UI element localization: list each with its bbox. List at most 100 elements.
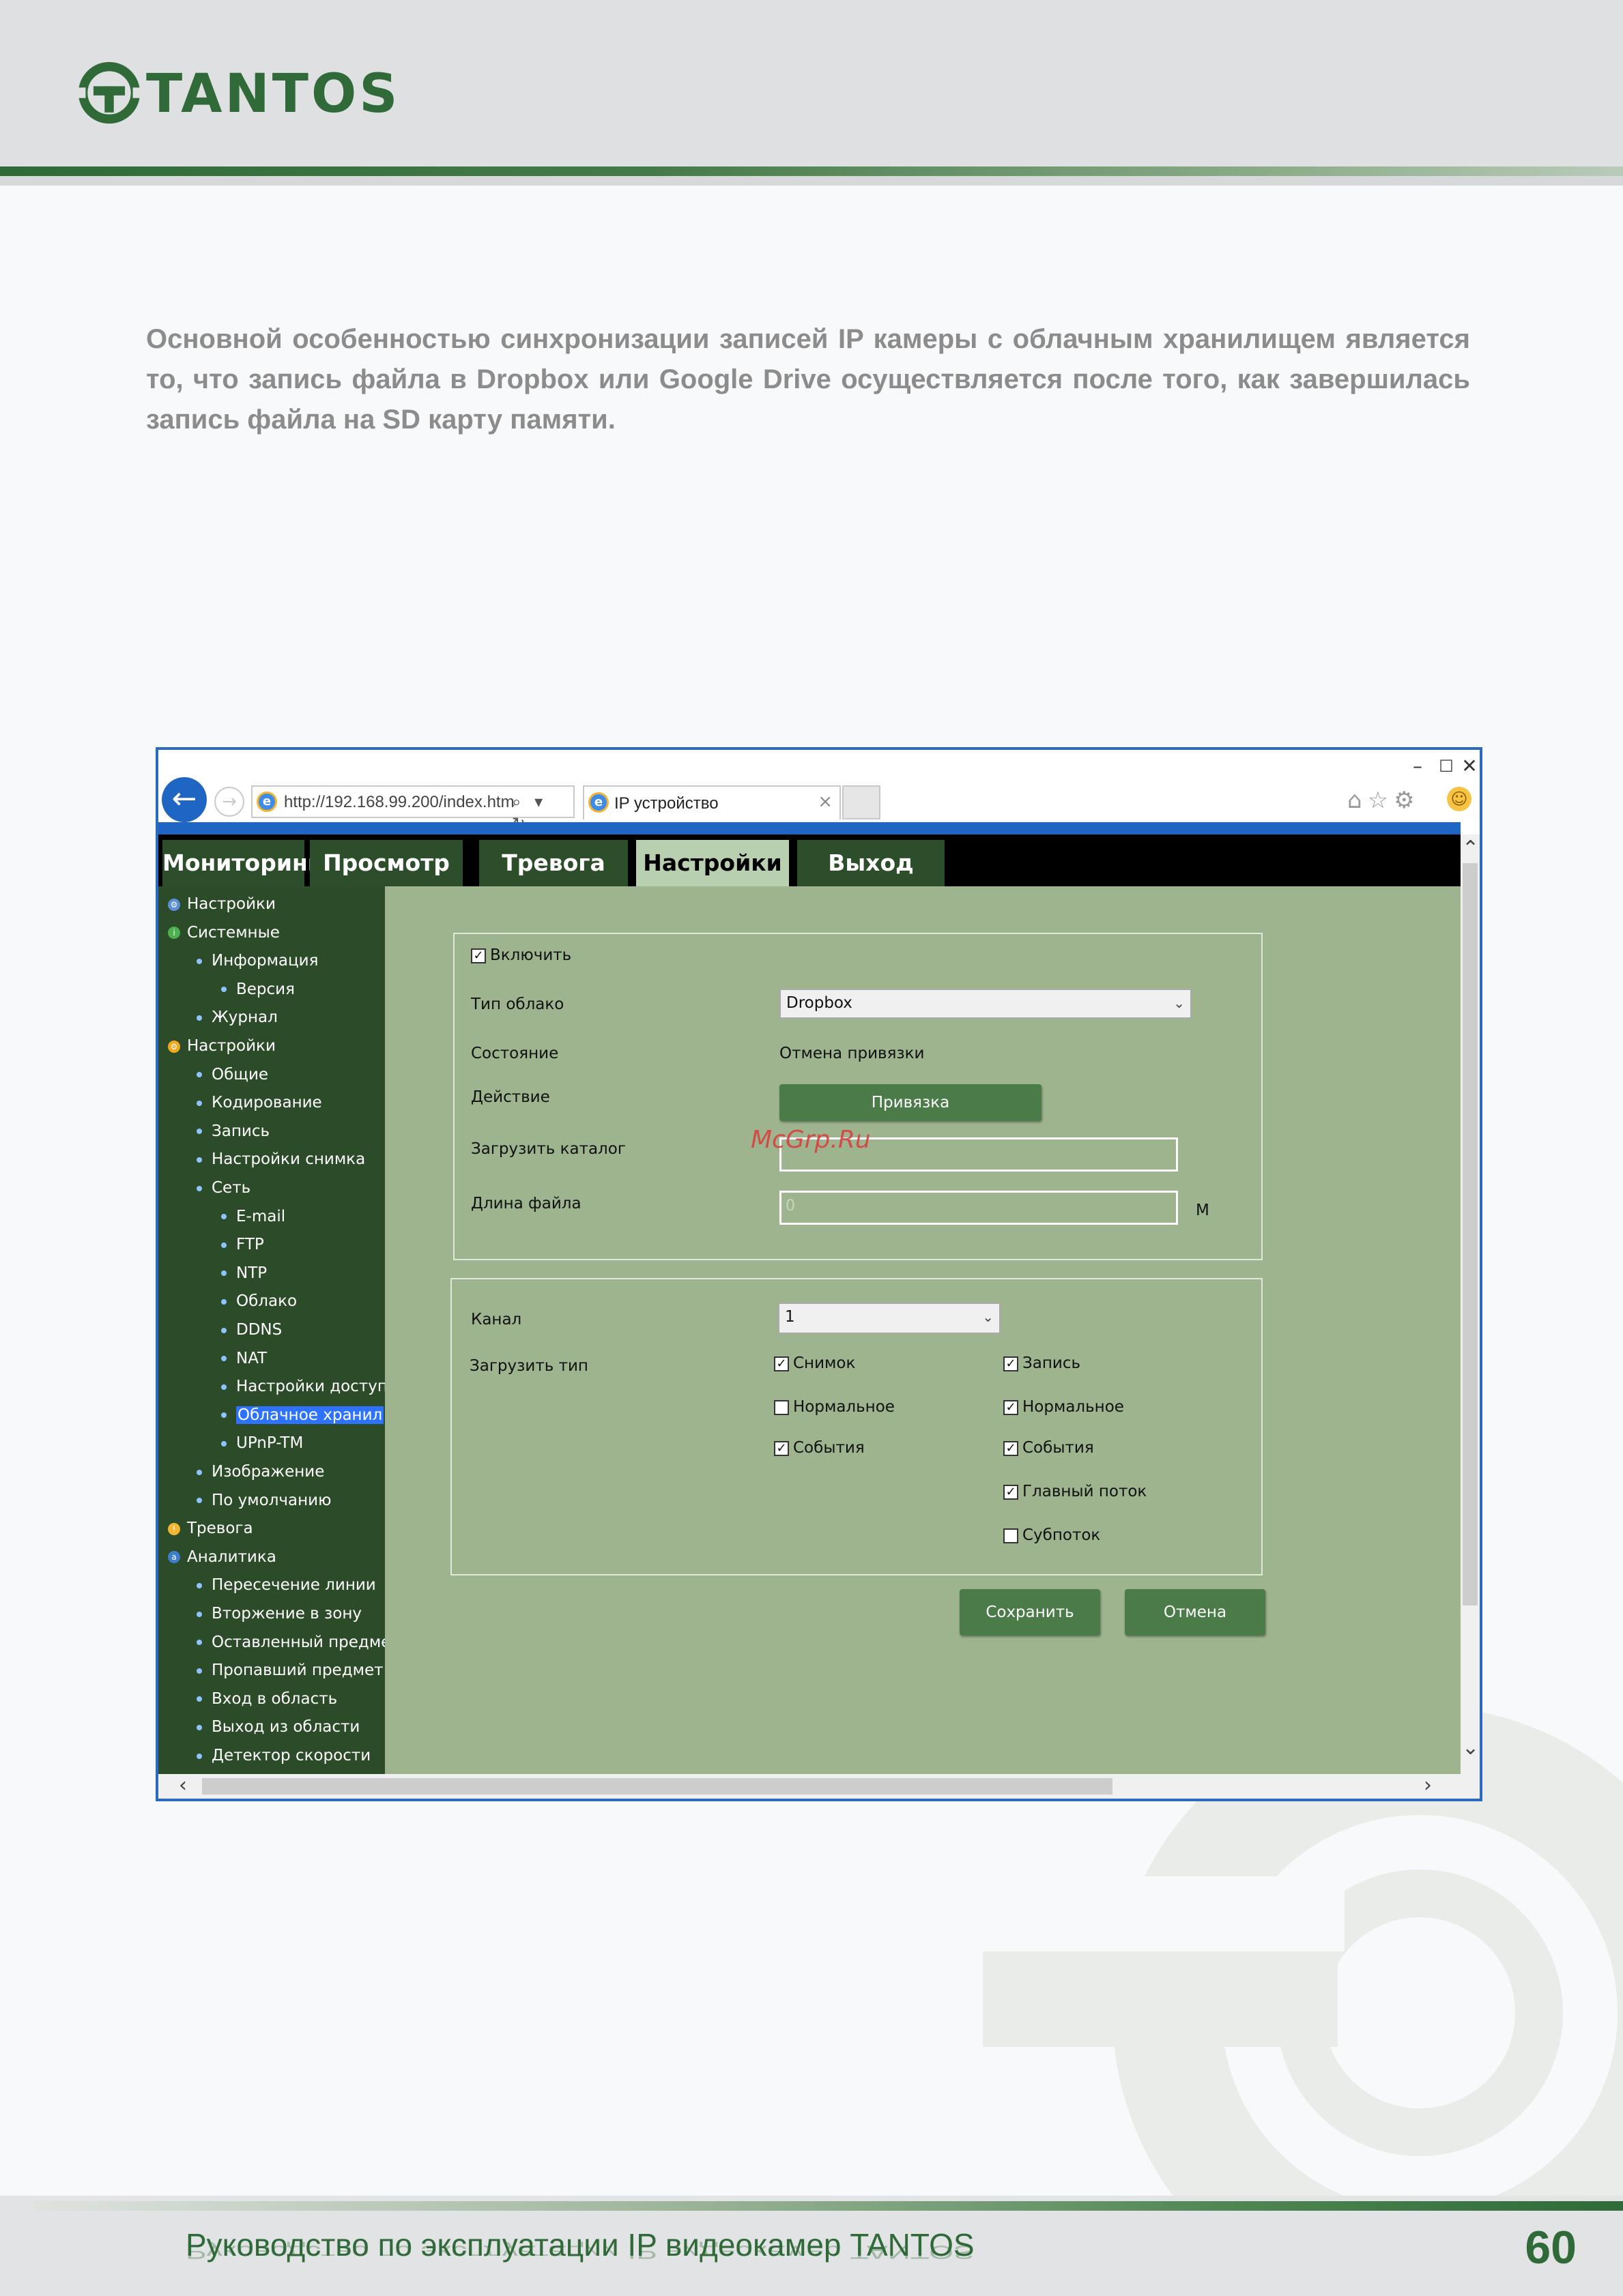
tree-item[interactable]: ! Тревога: [168, 1515, 253, 1542]
address-bar[interactable]: e http://192.168.99.200/index.htm ⌕ ▾ ↻: [251, 785, 575, 833]
state-label: Состояние: [471, 1045, 559, 1062]
tree-item[interactable]: Оставленный предме: [197, 1629, 385, 1656]
tab-monitoring[interactable]: Мониторинг: [162, 840, 319, 886]
tree-item[interactable]: Облачное хранил: [221, 1401, 384, 1429]
tree-item[interactable]: Выход из области: [197, 1713, 360, 1741]
bullet-icon: [197, 1696, 202, 1702]
cloud-type-select[interactable]: Dropbox ⌄: [779, 989, 1192, 1019]
scroll-left-icon[interactable]: ‹: [179, 1775, 187, 1796]
sub-stream-checkbox[interactable]: Субпоток: [1003, 1525, 1100, 1545]
browser-tab[interactable]: e IP устройство ×: [583, 785, 841, 819]
tree-item[interactable]: DDNS: [221, 1316, 282, 1343]
home-star-gear-icons[interactable]: ⌂☆⚙: [1347, 784, 1420, 817]
tree-item[interactable]: Вторжение в зону: [197, 1600, 362, 1627]
snapshot-normal-checkbox[interactable]: Нормальное: [774, 1397, 895, 1417]
scroll-up-icon[interactable]: ⌃: [1462, 839, 1479, 859]
tree-item-label: Пересечение линии: [212, 1576, 376, 1595]
record-label: Запись: [1022, 1354, 1081, 1372]
record-events-checkbox[interactable]: ✓ События: [1003, 1438, 1094, 1458]
window-close-button[interactable]: ✕: [1452, 753, 1486, 780]
record-normal-label: Нормальное: [1022, 1398, 1124, 1416]
tree-item[interactable]: UPnP-TM: [221, 1429, 303, 1457]
tree-item[interactable]: Изображение: [197, 1458, 324, 1485]
tree-item[interactable]: NTP: [221, 1260, 267, 1287]
tree-item[interactable]: Пересечение линии: [197, 1571, 376, 1599]
tree-item[interactable]: E-mail: [221, 1203, 285, 1230]
tree-item[interactable]: Настройки доступ: [221, 1373, 385, 1400]
tree-item-label: NTP: [236, 1264, 268, 1282]
save-button[interactable]: Сохранить: [960, 1589, 1100, 1636]
scroll-right-icon[interactable]: ›: [1424, 1775, 1432, 1796]
bell-icon: !: [168, 1522, 180, 1535]
tree-item-label: E-mail: [236, 1207, 286, 1225]
tree-item-label: Облачное хранил: [236, 1406, 384, 1424]
bullet-icon: [221, 1242, 227, 1248]
snapshot-checkbox[interactable]: ✓ Снимок: [774, 1353, 855, 1374]
intro-paragraph: Основной особенностью синхронизации запи…: [146, 324, 1470, 435]
tree-item[interactable]: ⚙ Настройки: [168, 1032, 276, 1060]
tree-item[interactable]: i Системные: [168, 919, 280, 946]
cloud-type-label: Тип облако: [471, 996, 564, 1013]
tree-item[interactable]: Сеть: [197, 1174, 250, 1202]
tab-playback[interactable]: Просмотр: [310, 840, 463, 886]
bind-button[interactable]: Привязка: [779, 1084, 1042, 1121]
snapshot-events-checkbox[interactable]: ✓ События: [774, 1438, 865, 1458]
tree-item-label: Облако: [236, 1292, 298, 1311]
tree-item[interactable]: NAT: [221, 1345, 267, 1372]
tree-item[interactable]: ⚙ Настройки: [168, 890, 276, 918]
record-checkbox[interactable]: ✓ Запись: [1003, 1353, 1080, 1374]
tree-item[interactable]: Кодирование: [197, 1089, 322, 1116]
sub-stream-check-icon: [1003, 1528, 1018, 1543]
vertical-scrollbar-thumb[interactable]: [1463, 863, 1478, 1605]
tree-item[interactable]: Пропавший предмет: [197, 1657, 384, 1684]
tree-item-label: Настройки снимка: [212, 1150, 366, 1169]
bullet-icon: [197, 1157, 202, 1163]
tab-alarm[interactable]: Тревога: [479, 840, 628, 886]
tab-exit[interactable]: Выход: [797, 840, 945, 886]
tree-item-label: FTP: [236, 1236, 264, 1254]
tree-item[interactable]: Облако: [221, 1288, 297, 1315]
watermark-text: McGrp.Ru: [751, 1126, 871, 1154]
record-normal-checkbox[interactable]: ✓ Нормальное: [1003, 1397, 1124, 1417]
page-number: 60: [1525, 2222, 1577, 2273]
scroll-down-icon[interactable]: ⌄: [1462, 1738, 1479, 1758]
tree-item[interactable]: FTP: [221, 1231, 264, 1258]
bullet-icon: [197, 1611, 202, 1617]
tree-item[interactable]: Версия: [221, 976, 295, 1003]
back-arrow-icon[interactable]: ←: [162, 777, 207, 822]
tab-settings[interactable]: Настройки: [636, 840, 789, 886]
bullet-icon: [221, 1327, 227, 1333]
enable-checkbox[interactable]: ✓ Включить: [471, 945, 571, 965]
snapshot-normal-check-icon: [774, 1399, 789, 1415]
action-label: Действие: [471, 1088, 550, 1106]
record-events-label: События: [1022, 1439, 1094, 1457]
tree-item[interactable]: Вход в область: [197, 1685, 337, 1713]
channel-select[interactable]: 1 ⌄: [778, 1303, 1001, 1334]
bullet-icon: [221, 1440, 227, 1447]
tree-item[interactable]: Информация: [197, 947, 318, 974]
tree-item[interactable]: a Аналитика: [168, 1543, 276, 1571]
horizontal-scrollbar-thumb[interactable]: [202, 1778, 1112, 1794]
feedback-smiley-icon[interactable]: ☺: [1447, 787, 1471, 811]
bullet-icon: [197, 1185, 202, 1191]
tree-item[interactable]: Запись: [197, 1118, 270, 1145]
tree-item-label: Вход в область: [212, 1689, 338, 1708]
tree-item[interactable]: Детектор скорости: [197, 1742, 371, 1769]
browser-accent-line: [158, 822, 1461, 834]
tree-item[interactable]: Настройки снимка: [197, 1146, 365, 1173]
bullet-icon: [221, 1384, 227, 1390]
forward-arrow-icon[interactable]: →: [214, 787, 244, 817]
settings-icon: ⚙: [168, 898, 180, 911]
tree-item[interactable]: Журнал: [197, 1004, 278, 1031]
new-tab-button[interactable]: [842, 785, 880, 819]
tab-close-icon[interactable]: ×: [818, 791, 833, 813]
main-stream-checkbox[interactable]: ✓ Главный поток: [1003, 1481, 1147, 1502]
tree-item-label: Журнал: [212, 1008, 278, 1027]
tree-item[interactable]: По умолчанию: [197, 1487, 331, 1514]
address-url: http://192.168.99.200/index.htm: [284, 793, 515, 811]
snapshot-events-check-icon: ✓: [774, 1440, 789, 1456]
tree-item[interactable]: Общие: [197, 1061, 268, 1088]
file-length-input[interactable]: 0: [779, 1191, 1178, 1225]
bullet-icon: [197, 1668, 202, 1674]
cancel-button[interactable]: Отмена: [1125, 1589, 1265, 1636]
